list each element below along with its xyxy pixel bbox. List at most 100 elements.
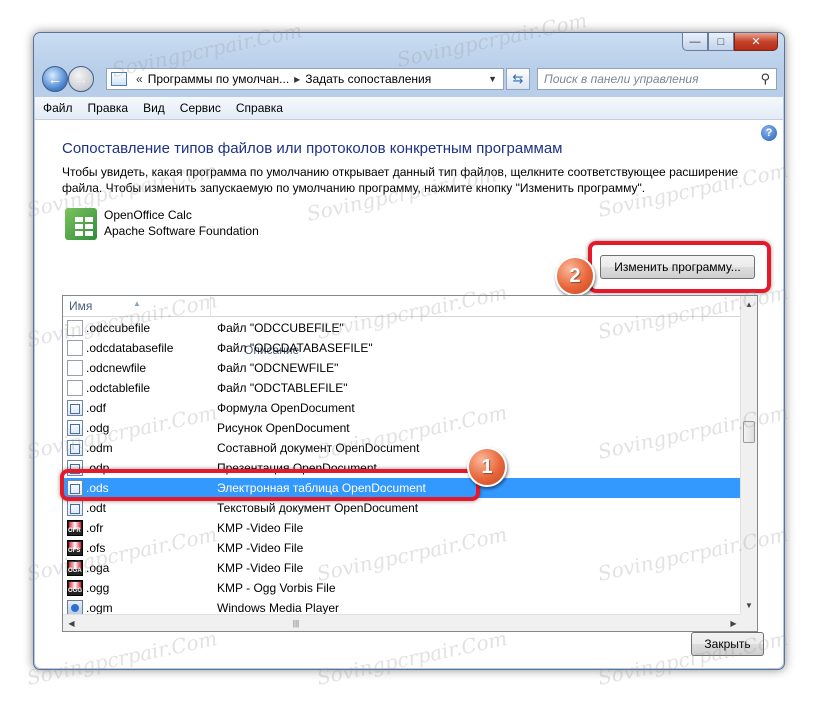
opendocument-icon: [67, 400, 83, 416]
extension-text: .ofr: [86, 521, 104, 535]
list-item-description: Файл "ODCCUBEFILE": [217, 321, 344, 335]
address-dropdown-icon[interactable]: ▼: [488, 74, 497, 84]
list-item-extension: OGA .oga: [63, 560, 211, 576]
list-item[interactable]: .odg Рисунок OpenDocument: [63, 418, 742, 438]
opendocument-icon: [67, 420, 83, 436]
list-item-description: Рисунок OpenDocument: [217, 421, 350, 435]
back-button[interactable]: ←: [42, 66, 68, 92]
document-icon: [67, 380, 83, 396]
menu-edit[interactable]: Правка: [80, 101, 136, 115]
list-item[interactable]: .odm Составной документ OpenDocument: [63, 438, 742, 458]
menu-file[interactable]: Файл: [35, 101, 80, 115]
kmp-file-icon: OFS: [67, 540, 83, 556]
list-header: ▲ Имя Описание: [63, 296, 742, 357]
openoffice-calc-icon: [65, 208, 97, 240]
horizontal-scroll-thumb[interactable]: |||: [280, 618, 312, 629]
extension-text: .odf: [86, 401, 107, 415]
list-item-description: KMP -Video File: [217, 521, 304, 535]
list-item-extension: .odg: [63, 420, 211, 436]
column-header-name[interactable]: ▲ Имя: [63, 296, 211, 316]
refresh-icon: ⇆: [512, 71, 524, 86]
menu-help[interactable]: Справка: [228, 101, 290, 115]
vertical-scrollbar[interactable]: ▲ ▼: [740, 296, 757, 614]
extension-text: .odcdatabasefile: [86, 341, 174, 355]
callout-1: 1: [467, 447, 507, 487]
icon-badge-text: OFS: [68, 548, 81, 554]
list-item-extension: OFS .ofs: [63, 540, 211, 556]
list-item-description: KMP -Video File: [217, 561, 304, 575]
file-type-list[interactable]: ▲ Имя Описание .odccubefile Файл "ODCCUBE…: [62, 295, 758, 632]
document-icon: [67, 360, 83, 376]
list-item[interactable]: OFS .ofs KMP -Video File: [63, 538, 742, 558]
address-bar[interactable]: « Программы по умолчан... ▸ Задать сопос…: [106, 68, 504, 90]
maximize-button[interactable]: □: [708, 33, 734, 51]
document-icon: [67, 320, 83, 336]
list-item-description: Формула OpenDocument: [217, 401, 355, 415]
icon-badge-text: OFR: [68, 528, 81, 534]
menu-view[interactable]: Вид: [135, 101, 172, 115]
search-input[interactable]: Поиск в панели управления ⚲: [537, 68, 777, 90]
list-item-description: KMP -Video File: [217, 541, 304, 555]
list-item[interactable]: OGG .ogg KMP - Ogg Vorbis File: [63, 578, 742, 598]
kmp-file-icon: OFR: [67, 520, 83, 536]
search-icon[interactable]: ⚲: [760, 71, 770, 87]
forward-button[interactable]: →: [68, 66, 94, 92]
breadcrumb-overflow[interactable]: «: [136, 72, 143, 86]
extension-text: .odccubefile: [86, 321, 151, 335]
list-item-description: Windows Media Player: [217, 601, 340, 615]
page-description: Чтобы увидеть, какая программа по умолча…: [62, 165, 739, 195]
opendocument-icon: [67, 500, 83, 516]
horizontal-scrollbar[interactable]: ◀ ||| ▶: [63, 614, 742, 631]
back-arrow-icon: ←: [47, 70, 63, 88]
page-title: Сопоставление типов файлов или протоколо…: [62, 140, 563, 157]
list-item-extension: .odcnewfile: [63, 360, 211, 376]
minimize-button[interactable]: —: [682, 33, 708, 51]
forward-arrow-icon: →: [73, 70, 89, 88]
list-item-description: Текстовый документ OpenDocument: [217, 501, 419, 515]
breadcrumb-separator-icon[interactable]: ▸: [294, 72, 300, 86]
help-icon[interactable]: ?: [761, 125, 777, 141]
list-item[interactable]: OGA .oga KMP -Video File: [63, 558, 742, 578]
scroll-left-icon[interactable]: ◀: [63, 619, 80, 628]
list-item-extension: OFR .ofr: [63, 520, 211, 536]
current-app-vendor: Apache Software Foundation: [104, 224, 259, 238]
control-panel-icon: [111, 72, 127, 86]
extension-text: .odt: [86, 501, 107, 515]
vertical-scroll-thumb[interactable]: [743, 421, 755, 443]
scroll-up-icon[interactable]: ▲: [741, 296, 757, 313]
extension-text: .ofs: [86, 541, 106, 555]
list-item[interactable]: .odccubefile Файл "ODCCUBEFILE": [63, 318, 742, 338]
list-item[interactable]: .odt Текстовый документ OpenDocument: [63, 498, 742, 518]
close-button[interactable]: Закрыть: [691, 632, 764, 656]
list-item[interactable]: .odcdatabasefile Файл "ODCDATABASEFILE": [63, 338, 742, 358]
breadcrumb-item-default-programs[interactable]: Программы по умолчан...: [148, 72, 289, 86]
extension-text: .oga: [86, 561, 110, 575]
list-item[interactable]: .odctablefile Файл "ODCTABLEFILE": [63, 378, 742, 398]
change-program-button[interactable]: Изменить программу...: [600, 255, 755, 279]
refresh-button[interactable]: ⇆: [506, 68, 530, 90]
extension-text: .odm: [86, 441, 113, 455]
list-item-extension: .odcdatabasefile: [63, 340, 211, 356]
extension-text: .odcnewfile: [86, 361, 147, 375]
opendocument-icon: [67, 440, 83, 456]
menu-tools[interactable]: Сервис: [172, 101, 228, 115]
navigation-bar: ← → « Программы по умолчан... ▸ Задать с…: [42, 61, 777, 95]
list-item-extension: OGG .ogg: [63, 580, 211, 596]
list-item-extension: .odt: [63, 500, 211, 516]
content-panel: ? Сопоставление типов файлов или протоко…: [35, 120, 783, 668]
search-placeholder: Поиск в панели управления: [544, 72, 699, 86]
list-item-description: Составной документ OpenDocument: [217, 441, 420, 455]
list-item[interactable]: .odf Формула OpenDocument: [63, 398, 742, 418]
document-icon: [67, 340, 83, 356]
close-window-button[interactable]: ✕: [734, 33, 778, 51]
scroll-down-icon[interactable]: ▼: [741, 597, 757, 614]
extension-text: .odg: [86, 421, 110, 435]
list-item-extension: .odf: [63, 400, 211, 416]
list-item-extension: .odccubefile: [63, 320, 211, 336]
menu-bar: Файл Правка Вид Сервис Справка: [35, 97, 783, 120]
breadcrumb-item-set-associations[interactable]: Задать сопоставления: [305, 72, 431, 86]
list-item[interactable]: .odcnewfile Файл "ODCNEWFILE": [63, 358, 742, 378]
list-item-description: KMP - Ogg Vorbis File: [217, 581, 336, 595]
list-item[interactable]: OFR .ofr KMP -Video File: [63, 518, 742, 538]
kmp-file-icon: OGA: [67, 560, 83, 576]
